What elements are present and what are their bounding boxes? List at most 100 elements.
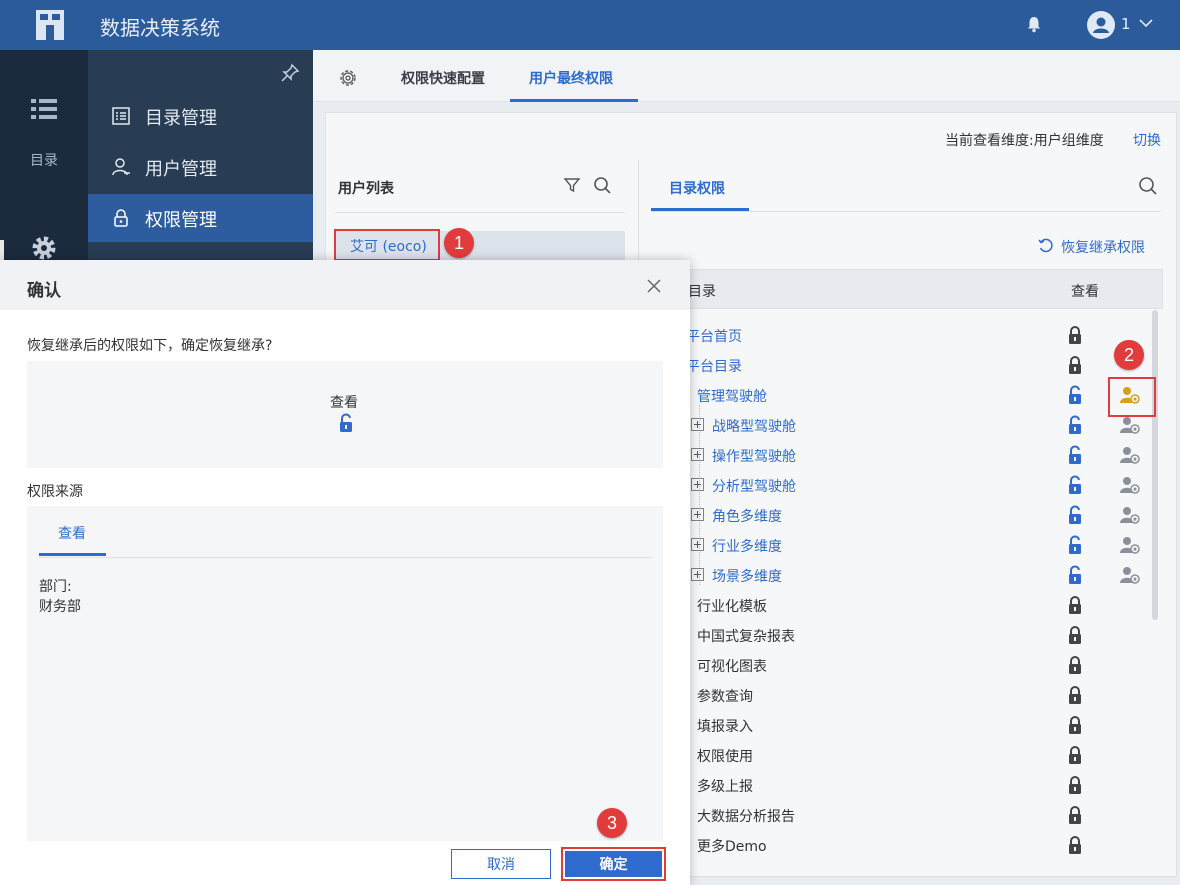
table-row[interactable]: 可视化图表 — [651, 650, 1151, 680]
table-row[interactable]: 多级上报 — [651, 770, 1151, 800]
cancel-button[interactable]: 取消 — [451, 849, 551, 879]
nav-label: 目录管理 — [145, 108, 217, 129]
dialog-message: 恢复继承后的权限如下，确定恢复继承? — [27, 338, 273, 354]
lock-icon[interactable] — [1066, 625, 1084, 645]
row-label: 中国式复杂报表 — [697, 629, 795, 645]
list-icon — [112, 107, 130, 125]
bell-icon[interactable] — [1024, 14, 1044, 34]
table-row[interactable]: 中国式复杂报表 — [651, 620, 1151, 650]
lock-icon[interactable] — [1066, 325, 1084, 345]
preview-view-label: 查看 — [330, 395, 358, 411]
source-tab-view[interactable]: 查看 — [58, 523, 86, 543]
table-row[interactable]: 行业多维度 — [651, 530, 1151, 560]
table-row[interactable]: 更多Demo — [651, 830, 1151, 860]
row-label: 分析型驾驶舱 — [712, 479, 796, 495]
table-row[interactable]: 行业化模板 — [651, 590, 1151, 620]
selected-user[interactable]: 艾可 (eoco) — [334, 229, 440, 261]
user-list-title: 用户列表 — [338, 181, 394, 197]
table-row[interactable]: 分析型驾驶舱 — [651, 470, 1151, 500]
switch-link[interactable]: 切换 — [1133, 130, 1161, 150]
lock-icon[interactable] — [1066, 835, 1084, 855]
table-row[interactable]: 填报录入 — [651, 710, 1151, 740]
row-label: 填报录入 — [697, 719, 753, 735]
restore-inherit-button[interactable]: 恢复继承权限 — [1061, 237, 1145, 257]
highlight-box — [1108, 377, 1156, 417]
unlock-icon[interactable] — [1066, 415, 1084, 435]
user-lock-icon[interactable] — [1119, 565, 1141, 585]
unlock-icon[interactable] — [1066, 445, 1084, 465]
table-row[interactable]: 场景多维度 — [651, 560, 1151, 590]
unlock-icon[interactable] — [1066, 385, 1084, 405]
lock-icon[interactable] — [1066, 805, 1084, 825]
table-row[interactable]: 平台目录 — [651, 350, 1151, 380]
table-row[interactable]: 角色多维度 — [651, 500, 1151, 530]
settings-icon[interactable] — [338, 68, 358, 88]
lock-icon[interactable] — [1066, 715, 1084, 735]
user-manage-icon — [112, 158, 130, 176]
user-lock-icon[interactable] — [1119, 445, 1141, 465]
row-label: 场景多维度 — [712, 569, 782, 585]
dialog-header — [0, 260, 690, 310]
table-row[interactable]: 管理驾驶舱 — [651, 380, 1151, 410]
user-name[interactable]: 1 — [1121, 15, 1131, 33]
expand-icon[interactable] — [691, 508, 704, 521]
nav-item-directory[interactable]: 目录管理 — [88, 92, 313, 140]
nav-item-permissions[interactable]: 权限管理 — [88, 194, 313, 242]
scrollbar[interactable] — [1152, 310, 1158, 620]
user-lock-icon[interactable] — [1119, 475, 1141, 495]
table-row[interactable]: 战略型驾驶舱 — [651, 410, 1151, 440]
row-label: 行业化模板 — [697, 599, 767, 615]
unlock-icon[interactable] — [1066, 475, 1084, 495]
lock-icon[interactable] — [1066, 775, 1084, 795]
expand-icon[interactable] — [691, 538, 704, 551]
chevron-down-icon[interactable] — [1137, 14, 1155, 32]
pin-icon[interactable] — [280, 63, 300, 83]
user-lock-icon[interactable] — [1119, 415, 1141, 435]
lock-icon[interactable] — [1066, 355, 1084, 375]
rail-label-directory[interactable]: 目录 — [30, 150, 58, 170]
filter-icon[interactable] — [563, 176, 581, 194]
row-label: 权限使用 — [697, 749, 753, 765]
expand-icon[interactable] — [691, 478, 704, 491]
search-icon[interactable] — [593, 176, 612, 195]
source-title: 权限来源 — [27, 484, 83, 500]
lock-icon[interactable] — [1066, 685, 1084, 705]
user-lock-icon[interactable] — [1119, 505, 1141, 525]
expand-icon[interactable] — [691, 568, 704, 581]
unlock-icon[interactable] — [1066, 505, 1084, 525]
avatar[interactable] — [1087, 11, 1115, 39]
edge-strip — [0, 240, 4, 260]
close-icon[interactable] — [645, 277, 663, 295]
user-lock-icon[interactable] — [1119, 535, 1141, 555]
lock-icon[interactable] — [1066, 655, 1084, 675]
row-label: 可视化图表 — [697, 659, 767, 675]
table-row[interactable]: 平台首页 — [651, 320, 1151, 350]
directory-icon[interactable] — [31, 98, 57, 120]
restore-icon[interactable] — [1038, 238, 1054, 254]
search-icon[interactable] — [1138, 176, 1158, 196]
lock-icon[interactable] — [1066, 595, 1084, 615]
table-row[interactable]: 操作型驾驶舱 — [651, 440, 1151, 470]
column-view: 查看 — [1071, 284, 1099, 300]
table-row[interactable]: 权限使用 — [651, 740, 1151, 770]
lock-icon[interactable] — [1066, 745, 1084, 765]
unlock-icon[interactable] — [1066, 565, 1084, 585]
confirm-button[interactable]: 确定 — [565, 851, 662, 877]
dimension-text: 当前查看维度:用户组维度 — [945, 133, 1104, 149]
gear-icon[interactable] — [30, 234, 58, 262]
table-row[interactable]: 大数据分析报告 — [651, 800, 1151, 830]
table-row[interactable]: 参数查询 — [651, 680, 1151, 710]
tab-underline — [39, 553, 106, 556]
unlock-icon[interactable] — [1066, 535, 1084, 555]
row-label: 多级上报 — [697, 779, 753, 795]
row-label: 战略型驾驶舱 — [712, 419, 796, 435]
tab-underline — [510, 99, 638, 102]
expand-icon[interactable] — [691, 418, 704, 431]
tab-directory-permission[interactable]: 目录权限 — [669, 178, 725, 198]
tab-quick-config[interactable]: 权限快速配置 — [401, 68, 485, 88]
row-label: 平台首页 — [686, 329, 742, 345]
tab-final-permissions[interactable]: 用户最终权限 — [529, 68, 613, 88]
nav-item-users[interactable]: 用户管理 — [88, 143, 313, 191]
divider — [335, 212, 625, 213]
expand-icon[interactable] — [691, 448, 704, 461]
